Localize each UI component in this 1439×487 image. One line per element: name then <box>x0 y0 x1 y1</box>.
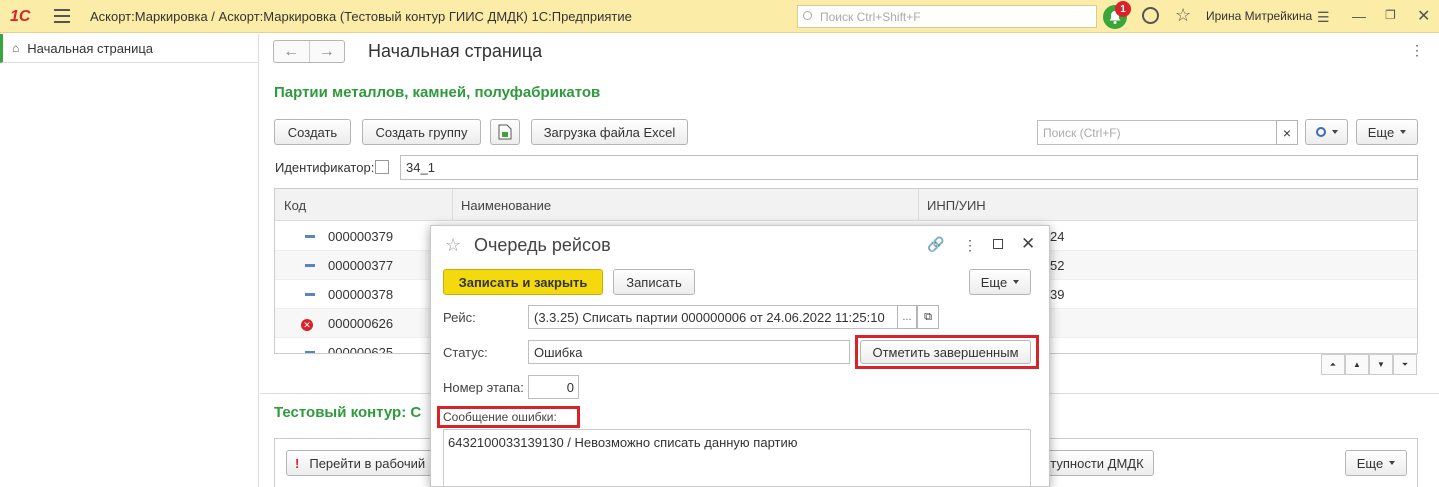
minimize-icon[interactable]: — <box>1352 8 1366 24</box>
favorites-star-icon[interactable]: ☆ <box>1175 5 1191 26</box>
search-icon <box>803 11 812 20</box>
create-button[interactable]: Создать <box>274 119 351 145</box>
back-arrow-icon[interactable]: ← <box>274 41 310 62</box>
section2-more-button[interactable]: Еще <box>1345 450 1407 476</box>
dialog-title: Очередь рейсов <box>474 235 611 255</box>
excel-file-icon <box>498 124 512 140</box>
identifier-input[interactable]: 34_1 <box>400 155 1418 180</box>
error-status-icon: ✕ <box>301 319 313 331</box>
goto-workspace-button[interactable]: ! Перейти в рабочий <box>286 450 436 476</box>
notifications-badge: 1 <box>1115 1 1131 17</box>
create-group-button[interactable]: Создать группу <box>362 119 481 145</box>
add-file-button[interactable] <box>490 119 520 145</box>
stage-label: Номер этапа: <box>443 380 524 395</box>
section-title-test-contour: Тестовый контур: С <box>274 404 422 421</box>
save-and-close-button[interactable]: Записать и закрыть <box>443 269 603 295</box>
identifier-label: Идентификатор: <box>275 160 375 175</box>
page-more-icon[interactable]: ⋮ <box>1410 42 1424 59</box>
reys-select-button[interactable]: ... <box>897 305 917 329</box>
restore-icon[interactable]: ❐ <box>1385 8 1396 22</box>
home-icon: ⌂ <box>12 41 20 55</box>
identifier-checkbox[interactable] <box>375 160 389 174</box>
status-input[interactable]: Ошибка <box>528 340 850 364</box>
search-icon <box>1315 127 1326 137</box>
sidebar-item-home[interactable]: ⌂ Начальная страница <box>0 34 259 63</box>
item-icon <box>305 264 315 267</box>
maximize-icon[interactable] <box>993 239 1003 249</box>
history-icon[interactable] <box>1142 7 1159 24</box>
warning-icon: ! <box>295 455 300 471</box>
item-icon <box>305 351 315 353</box>
dialog-more-button[interactable]: Еще <box>969 269 1031 295</box>
open-reys-icon[interactable]: ⧉ <box>917 305 939 329</box>
mark-completed-button[interactable]: Отметить завершенным <box>860 340 1031 364</box>
main-menu-icon[interactable] <box>54 9 70 23</box>
sidebar-item-label: Начальная страница <box>27 40 154 56</box>
link-icon[interactable]: 🔗 <box>927 236 944 253</box>
column-header-inn[interactable]: ИНП/УИН <box>927 198 986 213</box>
close-window-icon[interactable]: ✕ <box>1417 6 1430 26</box>
error-message-text[interactable]: 6432100033139130 / Невозможно списать да… <box>443 429 1031 487</box>
scroll-up-icon[interactable]: ▲ <box>1345 354 1369 375</box>
queue-dialog: ☆ Очередь рейсов 🔗 ⋮ ✕ Записать и закрыт… <box>430 225 1050 487</box>
scroll-down-icon[interactable]: ▼ <box>1369 354 1393 375</box>
window-title: Аскорт:Маркировка / Аскорт:Маркировка (Т… <box>90 9 632 24</box>
scroll-top-icon[interactable]: ⏶ <box>1321 354 1345 375</box>
section-title-batches: Партии металлов, камней, полуфабрикатов <box>274 84 601 101</box>
table-scroll-buttons: ⏶ ▲ ▼ ⏷ <box>1321 354 1417 375</box>
dmdk-availability-button[interactable]: тупности ДМДК <box>1040 450 1154 476</box>
column-header-code[interactable]: Код <box>284 198 306 213</box>
load-excel-button[interactable]: Загрузка файла Excel <box>531 119 688 145</box>
nav-buttons: ← → <box>273 40 345 63</box>
sidebar <box>0 34 259 487</box>
page-title: Начальная страница <box>368 41 543 61</box>
dialog-close-icon[interactable]: ✕ <box>1021 234 1035 254</box>
forward-arrow-icon[interactable]: → <box>310 41 345 62</box>
column-header-name[interactable]: Наименование <box>461 198 551 213</box>
list-search-input[interactable]: Поиск (Ctrl+F) <box>1037 120 1277 145</box>
dialog-more-icon[interactable]: ⋮ <box>963 237 977 254</box>
scroll-bottom-icon[interactable]: ⏷ <box>1393 354 1417 375</box>
save-button[interactable]: Записать <box>613 269 695 295</box>
reys-label: Рейс: <box>443 310 476 325</box>
reys-input[interactable]: (3.3.25) Списать партии 000000006 от 24.… <box>528 305 898 329</box>
global-search-input[interactable]: Поиск Ctrl+Shift+F <box>797 5 1097 28</box>
stage-number-input[interactable]: 0 <box>528 375 579 399</box>
window-menu-icon[interactable]: ☰ <box>1317 9 1330 26</box>
clear-search-button[interactable]: × <box>1276 120 1298 145</box>
search-button[interactable] <box>1305 119 1348 145</box>
more-button[interactable]: Еще <box>1356 119 1418 145</box>
status-label: Статус: <box>443 345 488 360</box>
favorite-star-icon[interactable]: ☆ <box>445 235 461 256</box>
item-icon <box>305 293 315 296</box>
app-logo: 1С <box>10 8 31 25</box>
user-name[interactable]: Ирина Митрейкина <box>1206 9 1312 23</box>
error-message-label: Сообщение ошибки: <box>443 410 557 424</box>
table-header: Код Наименование ИНП/УИН <box>275 189 1417 221</box>
item-icon <box>305 235 315 238</box>
